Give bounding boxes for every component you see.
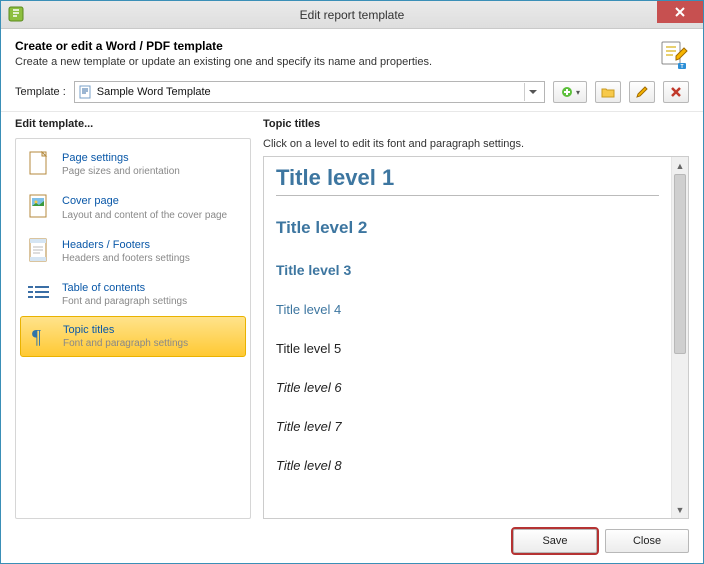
nav-item-cover-page[interactable]: Cover page Layout and content of the cov…	[16, 186, 250, 229]
open-folder-button[interactable]	[595, 81, 621, 103]
window-title: Edit report template	[1, 8, 703, 22]
nav-label: Table of contents	[62, 281, 187, 295]
title-level-2[interactable]: Title level 2	[276, 214, 659, 244]
nav-sub: Font and paragraph settings	[62, 295, 187, 308]
nav-sub: Headers and footers settings	[62, 252, 190, 265]
header-text: Create or edit a Word / PDF template Cre…	[15, 39, 657, 71]
title-levels-box: Title level 1 Title level 2 Title level …	[263, 156, 689, 519]
header-pane: Create or edit a Word / PDF template Cre…	[1, 29, 703, 77]
edit-pencil-button[interactable]	[629, 81, 655, 103]
svg-text:¶: ¶	[32, 326, 41, 348]
pilcrow-icon: ¶	[27, 323, 53, 349]
scroll-thumb[interactable]	[674, 174, 686, 354]
page-icon	[26, 151, 52, 177]
headerfooter-icon	[26, 238, 52, 264]
edit-report-template-window: Edit report template Create or edit a Wo…	[0, 0, 704, 564]
nav-label: Topic titles	[63, 323, 188, 337]
app-icon	[7, 5, 27, 25]
title-levels-list: Title level 1 Title level 2 Title level …	[264, 157, 671, 518]
new-template-button[interactable]: ▾	[553, 81, 587, 103]
right-instruction: Click on a level to edit its font and pa…	[263, 138, 689, 150]
nav-sub: Page sizes and orientation	[62, 165, 180, 178]
main-area: Edit template... Page settings Page size…	[1, 112, 703, 519]
left-panel-title: Edit template...	[15, 118, 251, 130]
nav-label: Cover page	[62, 194, 227, 208]
nav-sub: Font and paragraph settings	[63, 337, 188, 350]
title-level-5[interactable]: Title level 5	[276, 337, 659, 362]
left-panel: Edit template... Page settings Page size…	[15, 118, 251, 519]
titlebar: Edit report template	[1, 1, 703, 29]
template-dropdown[interactable]: Sample Word Template	[74, 81, 545, 103]
template-selected-text: Sample Word Template	[97, 86, 524, 98]
nav-label: Page settings	[62, 151, 180, 165]
cover-icon	[26, 194, 52, 220]
close-button[interactable]: Close	[605, 529, 689, 553]
scroll-up-arrow-icon[interactable]: ▲	[672, 157, 688, 174]
right-panel-title: Topic titles	[263, 118, 689, 130]
nav-item-page-settings[interactable]: Page settings Page sizes and orientation	[16, 143, 250, 186]
vertical-scrollbar[interactable]: ▲ ▼	[671, 157, 688, 518]
nav-box: Page settings Page sizes and orientation…	[15, 138, 251, 519]
toc-icon	[26, 281, 52, 307]
title-level-6[interactable]: Title level 6	[276, 376, 659, 401]
title-level-4[interactable]: Title level 4	[276, 298, 659, 323]
window-close-button[interactable]	[657, 1, 703, 23]
nav-item-topic-titles[interactable]: ¶ Topic titles Font and paragraph settin…	[20, 316, 246, 357]
dropdown-caret-icon	[524, 83, 540, 101]
nav-item-headers-footers[interactable]: Headers / Footers Headers and footers se…	[16, 230, 250, 273]
right-panel: Topic titles Click on a level to edit it…	[263, 118, 689, 519]
svg-text:T: T	[680, 64, 683, 70]
template-toolbar: Template : Sample Word Template ▾	[1, 77, 703, 112]
nav-label: Headers / Footers	[62, 238, 190, 252]
title-level-7[interactable]: Title level 7	[276, 415, 659, 440]
header-subtext: Create a new template or update an exist…	[15, 56, 657, 68]
scroll-track[interactable]	[672, 174, 688, 501]
chevron-down-icon: ▾	[576, 88, 580, 97]
nav-item-table-of-contents[interactable]: Table of contents Font and paragraph set…	[16, 273, 250, 316]
delete-button[interactable]	[663, 81, 689, 103]
title-level-8[interactable]: Title level 8	[276, 454, 659, 479]
template-edit-icon: T	[657, 39, 689, 71]
title-level-1[interactable]: Title level 1	[276, 161, 659, 196]
nav-sub: Layout and content of the cover page	[62, 209, 227, 222]
save-button[interactable]: Save	[513, 529, 597, 553]
template-label: Template :	[15, 86, 66, 98]
scroll-down-arrow-icon[interactable]: ▼	[672, 501, 688, 518]
word-doc-icon	[79, 85, 93, 99]
footer: Save Close	[1, 519, 703, 563]
title-level-3[interactable]: Title level 3	[276, 258, 659, 284]
header-heading: Create or edit a Word / PDF template	[15, 39, 657, 53]
